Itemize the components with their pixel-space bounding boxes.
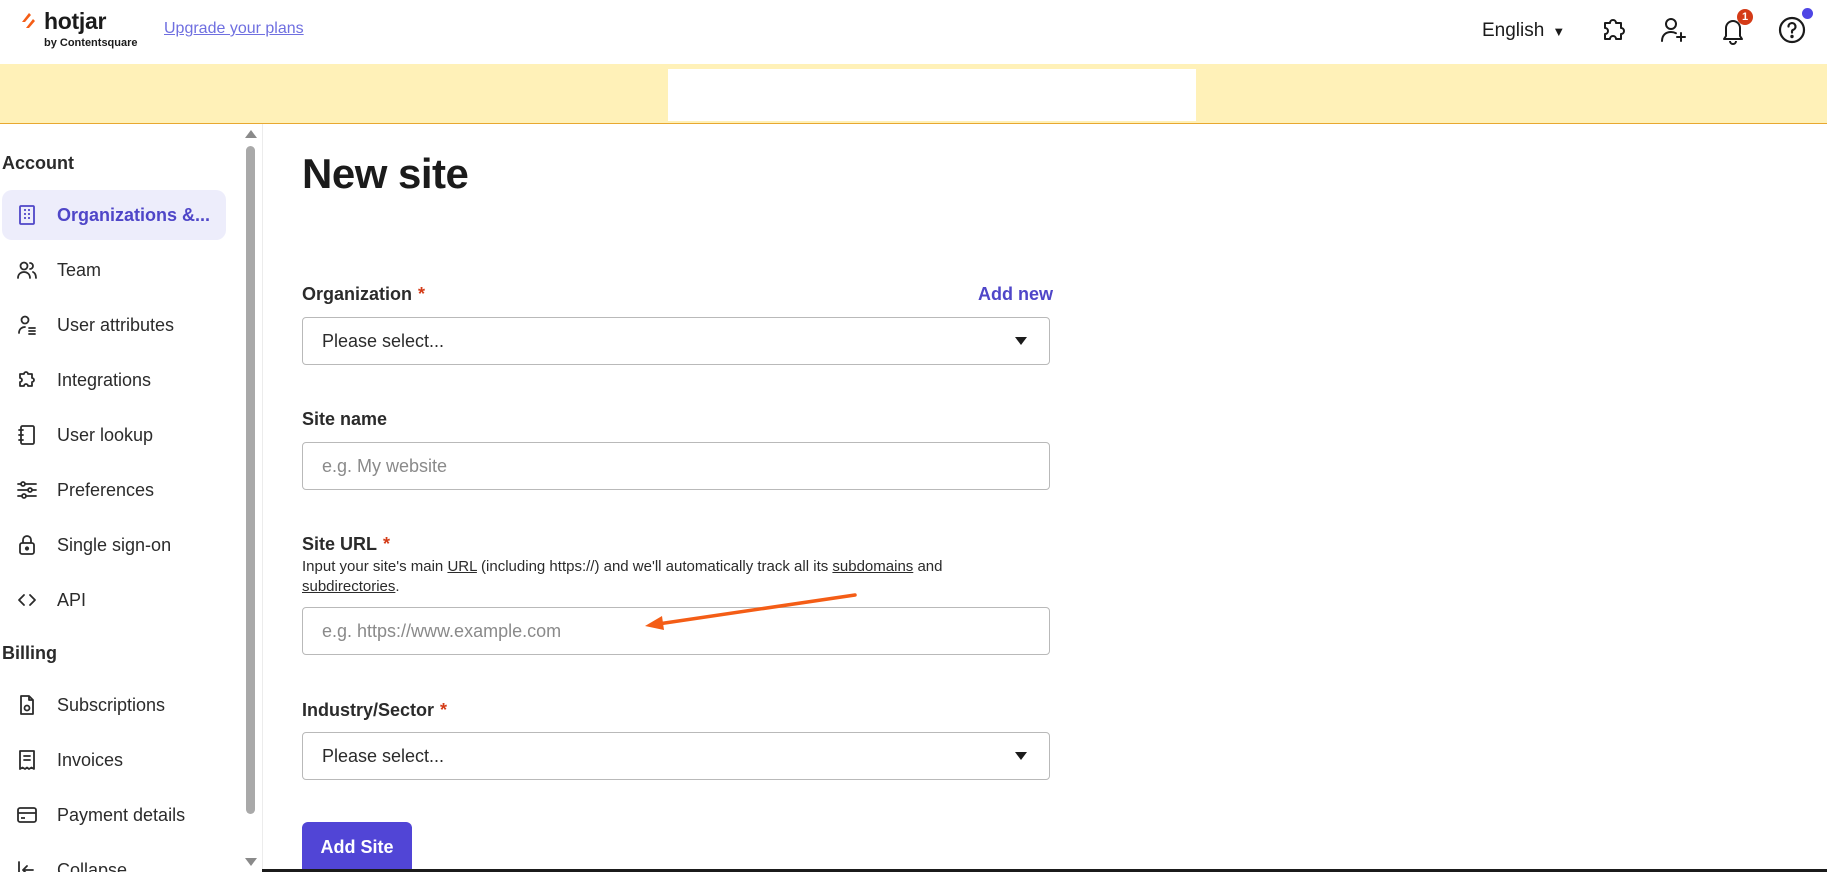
sidebar-item-label: API: [57, 590, 87, 610]
sidebar-item-payment-details[interactable]: Payment details: [2, 790, 226, 840]
sidebar-item-user-lookup[interactable]: User lookup: [2, 410, 226, 460]
sidebar-item-subscriptions[interactable]: Subscriptions: [2, 680, 226, 730]
caret-down-icon: [1015, 752, 1027, 760]
caret-down-icon: [1015, 337, 1027, 345]
sliders-icon: [17, 481, 37, 499]
sidebar-item-single-sign-on[interactable]: Single sign-on: [2, 520, 226, 570]
puzzle-icon[interactable]: [1597, 14, 1629, 46]
sidebar-item-label: Integrations: [57, 370, 152, 390]
sidebar-scrollbar[interactable]: [243, 130, 258, 872]
notifications-button[interactable]: 1: [1717, 9, 1753, 46]
sidebar-item-label: User attributes: [57, 315, 175, 335]
industry-select-value: Please select...: [322, 746, 445, 766]
required-marker: *: [383, 534, 391, 554]
page-title: New site: [302, 150, 469, 197]
banner-content-box: [668, 69, 1196, 121]
site-name-field-wrapper: [302, 442, 1050, 490]
logo-subtext: by Contentsquare: [44, 37, 138, 49]
notebook-icon: [18, 425, 35, 445]
sidebar-item-preferences[interactable]: Preferences: [2, 465, 226, 515]
sidebar-item-invoices[interactable]: Invoices: [2, 735, 226, 785]
help-text-part: .: [395, 578, 400, 595]
scroll-up-arrow-icon[interactable]: [245, 130, 257, 138]
document-icon: [20, 695, 34, 715]
notification-badge: 1: [1737, 9, 1753, 25]
industry-select[interactable]: Please select...: [302, 732, 1050, 780]
organization-select[interactable]: Please select...: [302, 317, 1050, 365]
site-name-input[interactable]: [303, 443, 1049, 489]
sidebar-item-user-attributes[interactable]: User attributes: [2, 300, 226, 350]
sidebar-item-label: Subscriptions: [57, 695, 166, 715]
billing-heading: Billing: [2, 643, 57, 663]
add-site-button[interactable]: Add Site: [302, 822, 412, 872]
scroll-down-arrow-icon[interactable]: [245, 858, 257, 866]
help-text-part: Input your site's main: [302, 558, 448, 575]
team-icon: [17, 261, 37, 279]
help-indicator-dot: [1802, 8, 1813, 19]
logo-text: hotjar: [44, 8, 107, 34]
account-heading: Account: [2, 153, 74, 173]
language-selector[interactable]: English ▼: [1482, 18, 1565, 44]
sidebar-item-label: Team: [57, 260, 102, 280]
user-attributes-icon: [18, 315, 36, 335]
add-new-organization-link[interactable]: Add new: [978, 284, 1053, 305]
help-icon: [1778, 16, 1806, 44]
sidebar-item-label: Preferences: [57, 480, 155, 500]
sidebar-item-label: Organizations &...: [57, 205, 211, 225]
industry-label: Industry/Sector *: [302, 700, 447, 721]
organization-label: Organization *: [302, 284, 425, 305]
sidebar-item-integrations[interactable]: Integrations: [2, 355, 226, 405]
sidebar-item-api[interactable]: API: [2, 575, 226, 625]
organization-select-value: Please select...: [322, 331, 445, 351]
hotjar-logo[interactable]: hotjar by Contentsquare: [20, 8, 150, 54]
notice-banner: [0, 64, 1827, 124]
sidebar-item-label: Collapse: [57, 860, 128, 872]
scrollbar-thumb[interactable]: [246, 146, 255, 814]
required-marker: *: [440, 700, 448, 720]
caret-down-icon: ▼: [1552, 23, 1566, 39]
sidebar-item-label: Single sign-on: [57, 535, 172, 555]
language-label: English: [1482, 20, 1545, 41]
code-icon: [18, 594, 36, 606]
collapse-icon: [18, 861, 34, 872]
add-user-icon[interactable]: [1657, 14, 1689, 46]
settings-sidebar: Account Organizations &... Team User att…: [0, 124, 263, 872]
sidebar-item-label: User lookup: [57, 425, 154, 445]
credit-card-icon: [17, 807, 37, 823]
industry-label-text: Industry/Sector: [302, 700, 435, 720]
subdirectories-link[interactable]: subdirectories: [302, 578, 395, 595]
help-button[interactable]: [1776, 8, 1813, 46]
sidebar-item-label: Invoices: [57, 750, 124, 770]
receipt-icon: [19, 750, 35, 770]
site-url-label-text: Site URL: [302, 534, 378, 554]
organization-label-text: Organization: [302, 284, 413, 304]
required-marker: *: [418, 284, 426, 304]
help-text-part: and: [913, 558, 943, 575]
lock-icon: [19, 535, 35, 555]
subdomains-link[interactable]: subdomains: [832, 558, 913, 575]
site-name-label: Site name: [302, 409, 388, 429]
annotation-arrow-icon: [645, 593, 857, 630]
hotjar-logo-icon: [22, 13, 35, 28]
puzzle-icon: [19, 371, 35, 387]
sidebar-item-collapse[interactable]: Collapse: [2, 845, 226, 872]
sidebar-item-label: Payment details: [57, 805, 186, 825]
top-nav: hotjar by Contentsquare Upgrade your pla…: [0, 0, 1827, 65]
sidebar-item-organizations[interactable]: Organizations &...: [2, 190, 226, 240]
site-url-label: Site URL *: [302, 534, 390, 555]
help-text-part: (including https://) and we'll automatic…: [476, 558, 833, 575]
building-icon: [19, 205, 35, 225]
sidebar-item-team[interactable]: Team: [2, 245, 226, 295]
url-link[interactable]: URL: [447, 558, 476, 575]
upgrade-plans-link[interactable]: Upgrade your plans: [164, 20, 304, 38]
